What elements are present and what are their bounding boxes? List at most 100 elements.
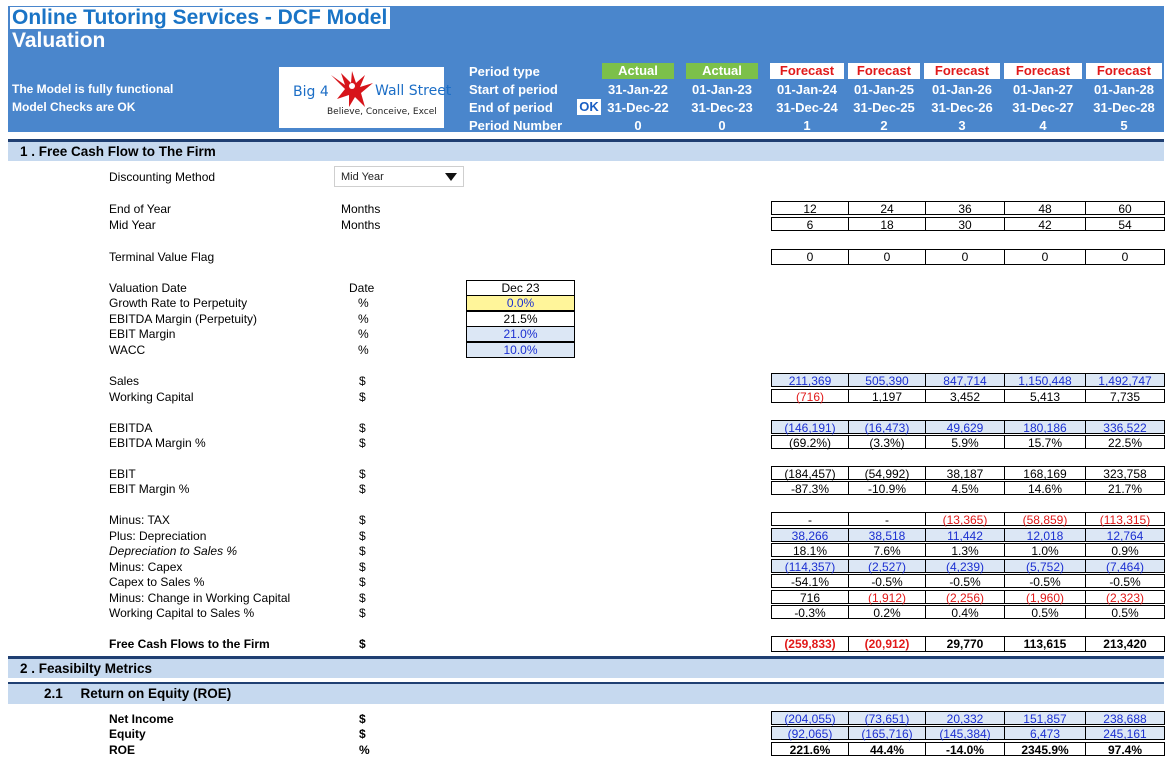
- grid-cell[interactable]: 0: [1085, 249, 1165, 265]
- grid-cell[interactable]: 0: [848, 249, 926, 265]
- grid-cell[interactable]: 336,522: [1085, 420, 1165, 435]
- grid-cell[interactable]: -: [771, 512, 849, 527]
- grid-cell[interactable]: 12,018: [1004, 528, 1086, 543]
- grid-cell[interactable]: (165,716): [848, 726, 926, 741]
- grid-cell[interactable]: 0: [771, 249, 849, 265]
- grid-cell[interactable]: 60: [1085, 201, 1165, 216]
- grid-cell[interactable]: 221.6%: [771, 742, 849, 757]
- grid-cell[interactable]: 213,420: [1085, 636, 1165, 652]
- valuation-input-cell[interactable]: 21.0%: [466, 326, 575, 342]
- grid-cell[interactable]: (204,055): [771, 711, 849, 726]
- grid-cell[interactable]: 29,770: [925, 636, 1005, 652]
- grid-cell[interactable]: 12,764: [1085, 528, 1165, 543]
- grid-cell[interactable]: (2,527): [848, 559, 926, 574]
- grid-cell[interactable]: 1,492,747: [1085, 373, 1165, 388]
- grid-cell[interactable]: 22.5%: [1085, 435, 1165, 450]
- grid-cell[interactable]: (114,357): [771, 559, 849, 574]
- grid-cell[interactable]: -54.1%: [771, 574, 849, 589]
- grid-cell[interactable]: -14.0%: [925, 742, 1005, 757]
- grid-cell[interactable]: 7.6%: [848, 543, 926, 558]
- grid-cell[interactable]: 245,161: [1085, 726, 1165, 741]
- grid-cell[interactable]: -0.5%: [1085, 574, 1165, 589]
- grid-cell[interactable]: 0.5%: [1085, 605, 1165, 620]
- grid-cell[interactable]: (2,256): [925, 590, 1005, 605]
- grid-cell[interactable]: (7,464): [1085, 559, 1165, 574]
- grid-cell[interactable]: (3.3%): [848, 435, 926, 450]
- grid-cell[interactable]: 4.5%: [925, 481, 1005, 496]
- grid-cell[interactable]: 30: [925, 217, 1005, 232]
- grid-cell[interactable]: 6: [771, 217, 849, 232]
- grid-cell[interactable]: (113,315): [1085, 512, 1165, 527]
- grid-cell[interactable]: 12: [771, 201, 849, 216]
- grid-cell[interactable]: 97.4%: [1085, 742, 1165, 757]
- grid-cell[interactable]: 36: [925, 201, 1005, 216]
- valuation-input-cell[interactable]: 21.5%: [466, 311, 575, 327]
- chevron-down-icon[interactable]: [445, 173, 457, 181]
- grid-cell[interactable]: -0.5%: [848, 574, 926, 589]
- grid-cell[interactable]: (54,992): [848, 466, 926, 481]
- grid-cell[interactable]: 38,187: [925, 466, 1005, 481]
- valuation-input-cell[interactable]: 10.0%: [466, 342, 575, 358]
- grid-cell[interactable]: 113,615: [1004, 636, 1086, 652]
- grid-cell[interactable]: (146,191): [771, 420, 849, 435]
- grid-cell[interactable]: (716): [771, 389, 849, 404]
- grid-cell[interactable]: 44.4%: [848, 742, 926, 757]
- grid-cell[interactable]: 0: [1004, 249, 1086, 265]
- grid-cell[interactable]: (2,323): [1085, 590, 1165, 605]
- grid-cell[interactable]: 21.7%: [1085, 481, 1165, 496]
- grid-cell[interactable]: 5,413: [1004, 389, 1086, 404]
- grid-cell[interactable]: (69.2%): [771, 435, 849, 450]
- grid-cell[interactable]: -87.3%: [771, 481, 849, 496]
- grid-cell[interactable]: -0.5%: [925, 574, 1005, 589]
- grid-cell[interactable]: 1,150,448: [1004, 373, 1086, 388]
- grid-cell[interactable]: 14.6%: [1004, 481, 1086, 496]
- grid-cell[interactable]: 323,758: [1085, 466, 1165, 481]
- grid-cell[interactable]: 168,169: [1004, 466, 1086, 481]
- grid-cell[interactable]: (4,239): [925, 559, 1005, 574]
- discounting-method-dropdown[interactable]: Mid Year: [334, 166, 464, 187]
- grid-cell[interactable]: 6,473: [1004, 726, 1086, 741]
- grid-cell[interactable]: 2345.9%: [1004, 742, 1086, 757]
- grid-cell[interactable]: 211,369: [771, 373, 849, 388]
- grid-cell[interactable]: 180,186: [1004, 420, 1086, 435]
- grid-cell[interactable]: 18: [848, 217, 926, 232]
- grid-cell[interactable]: (13,365): [925, 512, 1005, 527]
- valuation-input-cell[interactable]: 0.0%: [466, 295, 575, 311]
- grid-cell[interactable]: (1,912): [848, 590, 926, 605]
- grid-cell[interactable]: -0.3%: [771, 605, 849, 620]
- grid-cell[interactable]: (58,859): [1004, 512, 1086, 527]
- grid-cell[interactable]: 24: [848, 201, 926, 216]
- grid-cell[interactable]: 847,714: [925, 373, 1005, 388]
- grid-cell[interactable]: (1,960): [1004, 590, 1086, 605]
- grid-cell[interactable]: 1.3%: [925, 543, 1005, 558]
- grid-cell[interactable]: 151,857: [1004, 711, 1086, 726]
- grid-cell[interactable]: 54: [1085, 217, 1165, 232]
- grid-cell[interactable]: 38,266: [771, 528, 849, 543]
- grid-cell[interactable]: (16,473): [848, 420, 926, 435]
- grid-cell[interactable]: 238,688: [1085, 711, 1165, 726]
- grid-cell[interactable]: 505,390: [848, 373, 926, 388]
- grid-cell[interactable]: 0.2%: [848, 605, 926, 620]
- grid-cell[interactable]: 38,518: [848, 528, 926, 543]
- grid-cell[interactable]: (92,065): [771, 726, 849, 741]
- grid-cell[interactable]: 20,332: [925, 711, 1005, 726]
- grid-cell[interactable]: 0.4%: [925, 605, 1005, 620]
- valuation-input-cell[interactable]: Dec 23: [466, 280, 575, 296]
- grid-cell[interactable]: (145,384): [925, 726, 1005, 741]
- grid-cell[interactable]: 0.9%: [1085, 543, 1165, 558]
- grid-cell[interactable]: 1.0%: [1004, 543, 1086, 558]
- grid-cell[interactable]: (20,912): [848, 636, 926, 652]
- grid-cell[interactable]: (5,752): [1004, 559, 1086, 574]
- grid-cell[interactable]: 1,197: [848, 389, 926, 404]
- grid-cell[interactable]: 49,629: [925, 420, 1005, 435]
- grid-cell[interactable]: 18.1%: [771, 543, 849, 558]
- grid-cell[interactable]: (184,457): [771, 466, 849, 481]
- grid-cell[interactable]: (259,833): [771, 636, 849, 652]
- grid-cell[interactable]: 716: [771, 590, 849, 605]
- grid-cell[interactable]: 11,442: [925, 528, 1005, 543]
- grid-cell[interactable]: -: [848, 512, 926, 527]
- grid-cell[interactable]: -0.5%: [1004, 574, 1086, 589]
- grid-cell[interactable]: 0.5%: [1004, 605, 1086, 620]
- grid-cell[interactable]: 48: [1004, 201, 1086, 216]
- grid-cell[interactable]: (73,651): [848, 711, 926, 726]
